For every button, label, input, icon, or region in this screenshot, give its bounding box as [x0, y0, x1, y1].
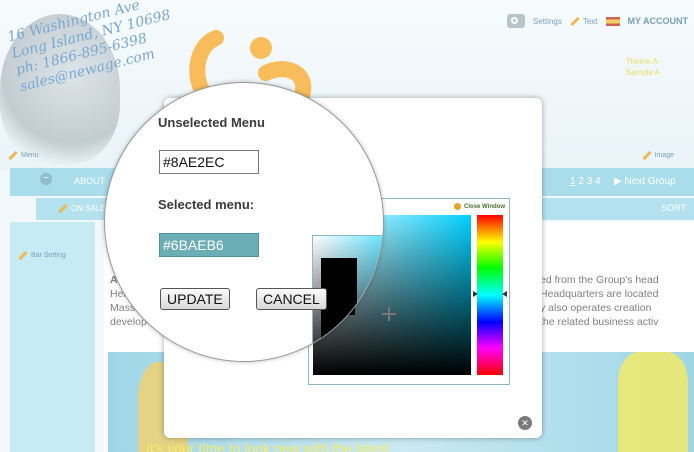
- selected-color-input[interactable]: [159, 233, 259, 257]
- close-window-label: Close Window: [464, 204, 505, 211]
- update-button[interactable]: UPDATE: [160, 288, 230, 310]
- close-window-link[interactable]: Close Window: [454, 203, 505, 210]
- website-page: 16 Washington Ave Long Island, NY 10698 …: [0, 0, 694, 452]
- close-window-icon: [454, 203, 462, 210]
- magnifier-lens: Unselected Menu Selected menu: UPDATE CA…: [104, 82, 384, 362]
- selected-menu-label: Selected menu:: [158, 197, 255, 212]
- unselected-menu-label: Unselected Menu: [158, 115, 265, 130]
- magnified-swatch: [321, 258, 357, 361]
- dialog-close-icon[interactable]: ✕: [518, 416, 532, 430]
- unselected-color-input[interactable]: [159, 150, 259, 174]
- crosshair-cursor-icon[interactable]: [382, 307, 396, 321]
- cancel-button[interactable]: CANCEL: [256, 288, 327, 310]
- hue-slider-handle[interactable]: [473, 291, 507, 297]
